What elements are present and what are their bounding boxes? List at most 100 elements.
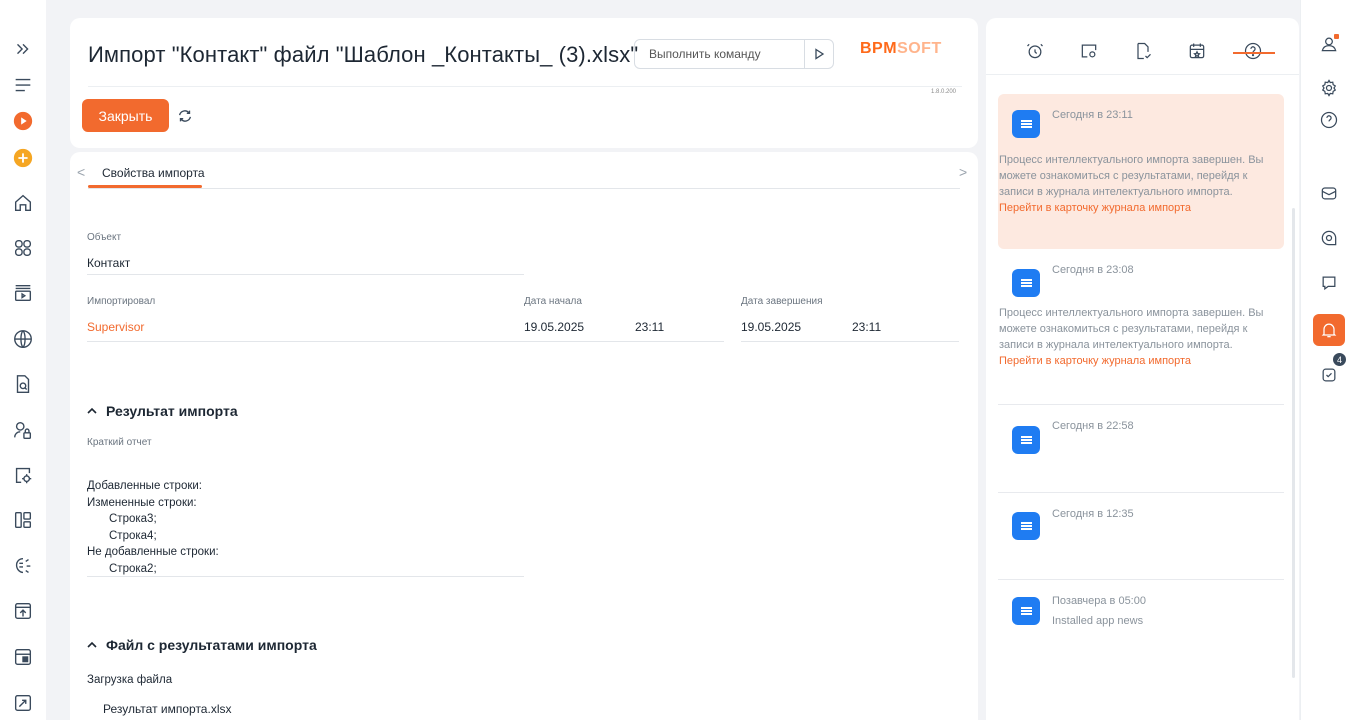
notification-icon: [1012, 269, 1040, 297]
ai-brain-icon[interactable]: [8, 551, 38, 581]
notification-body: Installed app news: [1052, 615, 1144, 627]
chat-icon: [1322, 276, 1336, 291]
menu-icon[interactable]: [8, 70, 38, 100]
tab-reminders[interactable]: [1024, 40, 1046, 62]
page-title: Импорт "Контакт" файл "Шаблон _Контакты_…: [88, 42, 639, 67]
email-button[interactable]: [1313, 177, 1345, 209]
object-label: Объект: [87, 232, 122, 243]
start-date-field[interactable]: 19.05.2025: [524, 320, 584, 334]
start-date-label: Дата начала: [524, 296, 582, 307]
field-underline: [524, 341, 724, 342]
divider: [986, 74, 1299, 75]
notification-icon: [1012, 110, 1040, 138]
add-icon[interactable]: [8, 143, 38, 173]
import-icon[interactable]: [8, 688, 38, 718]
object-field[interactable]: Контакт: [87, 256, 130, 270]
file-section-header[interactable]: Файл с результатами импорта: [86, 637, 317, 653]
notification-separator: [998, 579, 1284, 580]
company-logo: BPMSOFT: [860, 40, 942, 57]
result-file-link[interactable]: Результат импорта.xlsx: [103, 702, 231, 716]
notification-separator: [998, 404, 1284, 405]
tasks-badge: 4: [1332, 352, 1347, 367]
notification-item[interactable]: Сегодня в 12:35: [998, 496, 1284, 578]
media-list-icon[interactable]: [8, 278, 38, 308]
feed-button[interactable]: [1313, 222, 1345, 254]
screen-search-icon: [1081, 44, 1097, 58]
tab-approvals[interactable]: [1132, 40, 1154, 62]
notification-time: Сегодня в 23:11: [1052, 109, 1133, 121]
help-button[interactable]: [1313, 104, 1345, 136]
notification-item[interactable]: Сегодня в 23:11 Процесс интеллектуальног…: [998, 94, 1284, 249]
tab-import-properties[interactable]: Свойства импорта: [102, 166, 205, 180]
bell-icon: [1321, 323, 1337, 338]
summary-label: Краткий отчет: [87, 437, 152, 448]
tab-scroll-right[interactable]: >: [959, 164, 967, 180]
settings-button[interactable]: [1313, 72, 1345, 104]
user-lock-icon[interactable]: [8, 415, 38, 445]
notification-body: Процесс интеллектуального импорта заверш…: [999, 307, 1264, 351]
version-label: 1.8.0.200: [931, 89, 957, 95]
layout-icon[interactable]: [8, 505, 38, 535]
upload-box-icon[interactable]: [8, 596, 38, 626]
command-box: [634, 39, 834, 69]
notification-link[interactable]: Перейти в карточку журнала импорта: [999, 355, 1191, 367]
gear-icon: [1321, 79, 1337, 97]
settings-window-icon[interactable]: [8, 460, 38, 490]
notification-link[interactable]: Перейти в карточку журнала импорта: [999, 202, 1191, 214]
panel-scrollbar[interactable]: [1292, 208, 1295, 678]
checkbox-icon: [1322, 368, 1336, 382]
report-line: Измененные строки:: [87, 496, 197, 509]
tab-scroll-left[interactable]: <: [77, 164, 85, 180]
notification-item[interactable]: Сегодня в 23:08 Процесс интеллектуальног…: [998, 254, 1284, 404]
left-sidebar: [0, 0, 46, 720]
calendar-star-icon: [1189, 43, 1205, 59]
end-date-field[interactable]: 19.05.2025: [741, 320, 801, 334]
end-time-field[interactable]: 23:11: [852, 320, 881, 334]
apps-icon[interactable]: [8, 233, 38, 263]
tab-calendar[interactable]: [1186, 40, 1208, 62]
dashboard-icon[interactable]: [8, 642, 38, 672]
report-line: Строка3;: [109, 513, 157, 526]
notification-icon: [1012, 597, 1040, 625]
notification-text: Процесс интеллектуального импорта заверш…: [998, 152, 1278, 216]
notification-time: Позавчера в 05:00: [1052, 595, 1146, 607]
notification-item[interactable]: Позавчера в 05:00 Installed app news: [998, 583, 1284, 663]
alarm-clock-icon: [1027, 43, 1043, 59]
feed-icon: [1321, 230, 1337, 246]
chevron-up-icon: [87, 407, 97, 414]
home-icon[interactable]: [8, 188, 38, 218]
notification-time: Сегодня в 23:08: [1052, 264, 1134, 276]
refresh-icon[interactable]: [176, 107, 194, 125]
tab-notifications[interactable]: [1242, 40, 1264, 62]
field-underline: [741, 341, 959, 342]
notification-time: Сегодня в 22:58: [1052, 420, 1134, 432]
report-line: Не добавленные строки:: [87, 546, 219, 559]
notification-item[interactable]: Сегодня в 22:58: [998, 408, 1284, 490]
divider: [88, 86, 962, 87]
profile-status-dot: [1334, 34, 1339, 39]
mail-icon: [1321, 187, 1337, 200]
import-properties-card: < Свойства импорта > Объект Контакт Импо…: [70, 152, 978, 720]
start-time-field[interactable]: 23:11: [635, 320, 664, 334]
divider: [88, 188, 960, 189]
result-section-header[interactable]: Результат импорта: [86, 403, 238, 419]
notification-time: Сегодня в 12:35: [1052, 508, 1134, 520]
tab-emails[interactable]: [1078, 40, 1100, 62]
close-button[interactable]: Закрыть: [82, 99, 169, 132]
run-process-icon[interactable]: [8, 106, 38, 136]
document-search-icon[interactable]: [8, 369, 38, 399]
imported-by-link[interactable]: Supervisor: [87, 320, 144, 334]
field-underline: [87, 341, 524, 342]
notifications-button[interactable]: [1313, 314, 1345, 346]
document-check-icon: [1137, 42, 1151, 60]
file-section-title: Файл с результатами импорта: [106, 637, 317, 653]
chat-button[interactable]: [1313, 267, 1345, 299]
profile-button[interactable]: [1313, 28, 1345, 60]
expand-sidebar-icon[interactable]: [8, 34, 38, 64]
run-command-button[interactable]: [804, 40, 833, 68]
active-tab-indicator: [1233, 52, 1275, 54]
command-input[interactable]: [635, 47, 804, 61]
upload-label: Загрузка файла: [87, 674, 173, 686]
globe-icon[interactable]: [8, 324, 38, 354]
field-underline: [87, 576, 524, 577]
